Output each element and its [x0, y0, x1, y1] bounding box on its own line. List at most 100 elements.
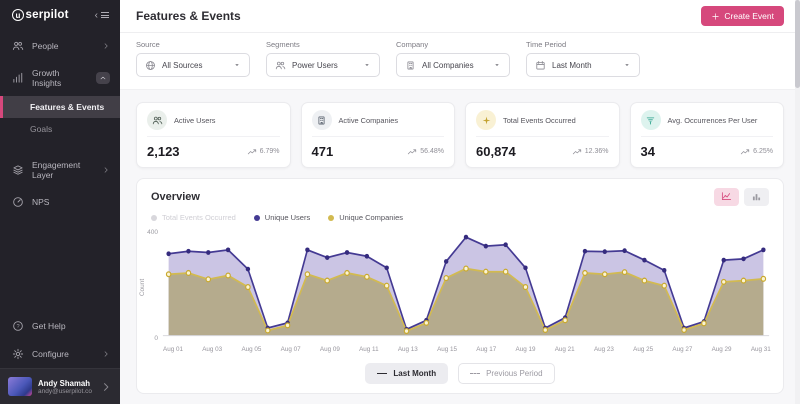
chart-bars-icon: [12, 72, 24, 84]
user-text: Andy Shamah andy@userpilot.co: [38, 379, 92, 395]
user-email: andy@userpilot.co: [38, 388, 92, 395]
create-event-button[interactable]: Create Event: [701, 6, 784, 26]
trend-up-icon: [572, 147, 582, 157]
chart-plot: Aug 01Aug 03Aug 05Aug 07Aug 09Aug 11Aug …: [161, 227, 771, 356]
overview-title: Overview: [151, 191, 200, 203]
caret-down-icon: [623, 61, 631, 69]
y-axis-tick: 0: [154, 335, 158, 342]
period-buttons: Last Month Previous Period: [137, 356, 783, 393]
trend-up-icon: [247, 147, 257, 157]
stat-card-body: 60,87412.36%: [476, 137, 609, 159]
chart-type-toggles: [714, 188, 769, 206]
stat-label: Active Users: [174, 116, 215, 125]
stat-label: Avg. Occurrences Per User: [668, 116, 758, 125]
stat-change: 6.25%: [753, 148, 773, 155]
x-axis-tick: Aug 27: [672, 346, 692, 356]
people-icon: [147, 110, 167, 130]
sidebar-item-people[interactable]: People: [0, 32, 120, 60]
calendar-icon: [535, 60, 546, 71]
layers-icon: [12, 164, 24, 176]
sidebar-item-growth-insights[interactable]: Growth Insights: [0, 60, 120, 96]
sidebar: userpilot ‹ People Growth Insights Feature…: [0, 0, 120, 404]
stat-change: 12.36%: [585, 148, 609, 155]
x-axis-tick: Aug 09: [320, 346, 340, 356]
logo[interactable]: userpilot: [12, 9, 69, 21]
stat-card-active-users[interactable]: Active Users 2,123 6.79%: [136, 102, 291, 168]
sidebar-item-engagement-layer[interactable]: Engagement Layer: [0, 152, 120, 188]
line-chart-icon: [721, 190, 732, 205]
sidebar-item-get-help[interactable]: ? Get Help: [0, 312, 120, 340]
legend-item-unique-users[interactable]: Unique Users: [254, 213, 310, 222]
page-header: Features & Events Create Event: [120, 0, 800, 33]
help-icon: ?: [12, 320, 24, 332]
stat-card-avg-occurrences-per-user[interactable]: Avg. Occurrences Per User 346.25%: [630, 102, 785, 168]
x-axis-tick: Aug 23: [594, 346, 614, 356]
x-axis-tick: Aug 15: [437, 346, 457, 356]
line-chart-toggle[interactable]: [714, 188, 739, 206]
sidebar-item-nps[interactable]: NPS: [0, 188, 120, 216]
x-axis-tick: Aug 17: [476, 346, 496, 356]
x-axis-tick: Aug 29: [712, 346, 732, 356]
stat-card-body: 2,123 6.79%: [147, 137, 280, 159]
solid-line-icon: [377, 373, 387, 374]
legend-item-total-events-occurred[interactable]: Total Events Occurred: [151, 213, 236, 222]
x-axis-tick: Aug 05: [241, 346, 261, 356]
stat-label: Total Events Occurred: [503, 116, 576, 125]
legend-dot-icon: [254, 215, 260, 221]
filter-select-segments[interactable]: Power Users: [266, 53, 380, 77]
legend-item-unique-companies[interactable]: Unique Companies: [328, 213, 403, 222]
filter-label: Segments: [266, 40, 380, 49]
sidebar-item-label: NPS: [32, 197, 49, 207]
dashed-line-icon: [470, 373, 480, 374]
sidebar-item-configure[interactable]: Configure: [0, 340, 120, 368]
filters-bar: SourceAll SourcesSegmentsPower UsersComp…: [120, 33, 800, 90]
sidebar-item-label: Growth Insights: [32, 68, 88, 88]
area-chart[interactable]: [161, 227, 771, 344]
bar-chart-toggle[interactable]: [744, 188, 769, 206]
logo-mark-icon: u: [12, 9, 24, 21]
x-axis-tick: Aug 21: [555, 346, 575, 356]
filter-select-time-period[interactable]: Last Month: [526, 53, 640, 77]
sidebar-item-label: Get Help: [32, 321, 66, 331]
stat-value: 2,123: [147, 144, 180, 159]
collapse-sidebar-button[interactable]: ‹: [95, 10, 109, 21]
chevron-left-icon: ‹: [95, 10, 98, 21]
stat-card-active-companies[interactable]: Active Companies47156.48%: [301, 102, 456, 168]
sidebar-item-label: Features & Events: [30, 102, 104, 112]
legend-label: Total Events Occurred: [162, 213, 236, 222]
overview-card: Overview Total Events Occurred Unique Use…: [136, 178, 784, 394]
scrollbar-track[interactable]: [795, 0, 800, 404]
filter-select-source[interactable]: All Sources: [136, 53, 250, 77]
spark-icon: [476, 110, 496, 130]
sidebar-item-goals[interactable]: Goals: [0, 118, 120, 140]
filter-label: Company: [396, 40, 510, 49]
period-button-previous-period[interactable]: Previous Period: [458, 363, 554, 384]
people-icon: [12, 40, 24, 52]
x-axis-tick: Aug 01: [163, 346, 183, 356]
legend-dot-icon: [328, 215, 334, 221]
user-menu[interactable]: Andy Shamah andy@userpilot.co: [0, 368, 120, 404]
stat-trend: 6.79%: [247, 147, 280, 157]
page-title: Features & Events: [136, 9, 241, 23]
legend-label: Unique Users: [265, 213, 310, 222]
chevron-right-icon: [100, 381, 112, 393]
stat-card-total-events-occurred[interactable]: Total Events Occurred 60,87412.36%: [465, 102, 620, 168]
x-axis-tick: Aug 25: [633, 346, 653, 356]
stat-card-header: Active Users: [147, 110, 280, 137]
stat-card-header: Total Events Occurred: [476, 110, 609, 137]
overview-header: Overview: [137, 179, 783, 208]
avatar: [8, 377, 32, 396]
stat-label: Active Companies: [339, 116, 399, 125]
filter-select-company[interactable]: All Companies: [396, 53, 510, 77]
stat-card-body: 346.25%: [641, 137, 774, 159]
sidebar-nav: People Growth Insights Features & Events Go…: [0, 32, 120, 216]
period-button-last-month[interactable]: Last Month: [365, 363, 448, 384]
gear-icon: [12, 348, 24, 360]
plus-icon: [711, 12, 720, 21]
chevron-up-icon[interactable]: [96, 72, 110, 84]
sidebar-item-features-events[interactable]: Features & Events: [0, 96, 120, 118]
filter-value: Power Users: [292, 61, 338, 70]
scrollbar-thumb[interactable]: [795, 0, 800, 88]
filter-company: Company All Companies: [396, 40, 510, 77]
x-axis-ticks: Aug 01Aug 03Aug 05Aug 07Aug 09Aug 11Aug …: [161, 344, 771, 356]
